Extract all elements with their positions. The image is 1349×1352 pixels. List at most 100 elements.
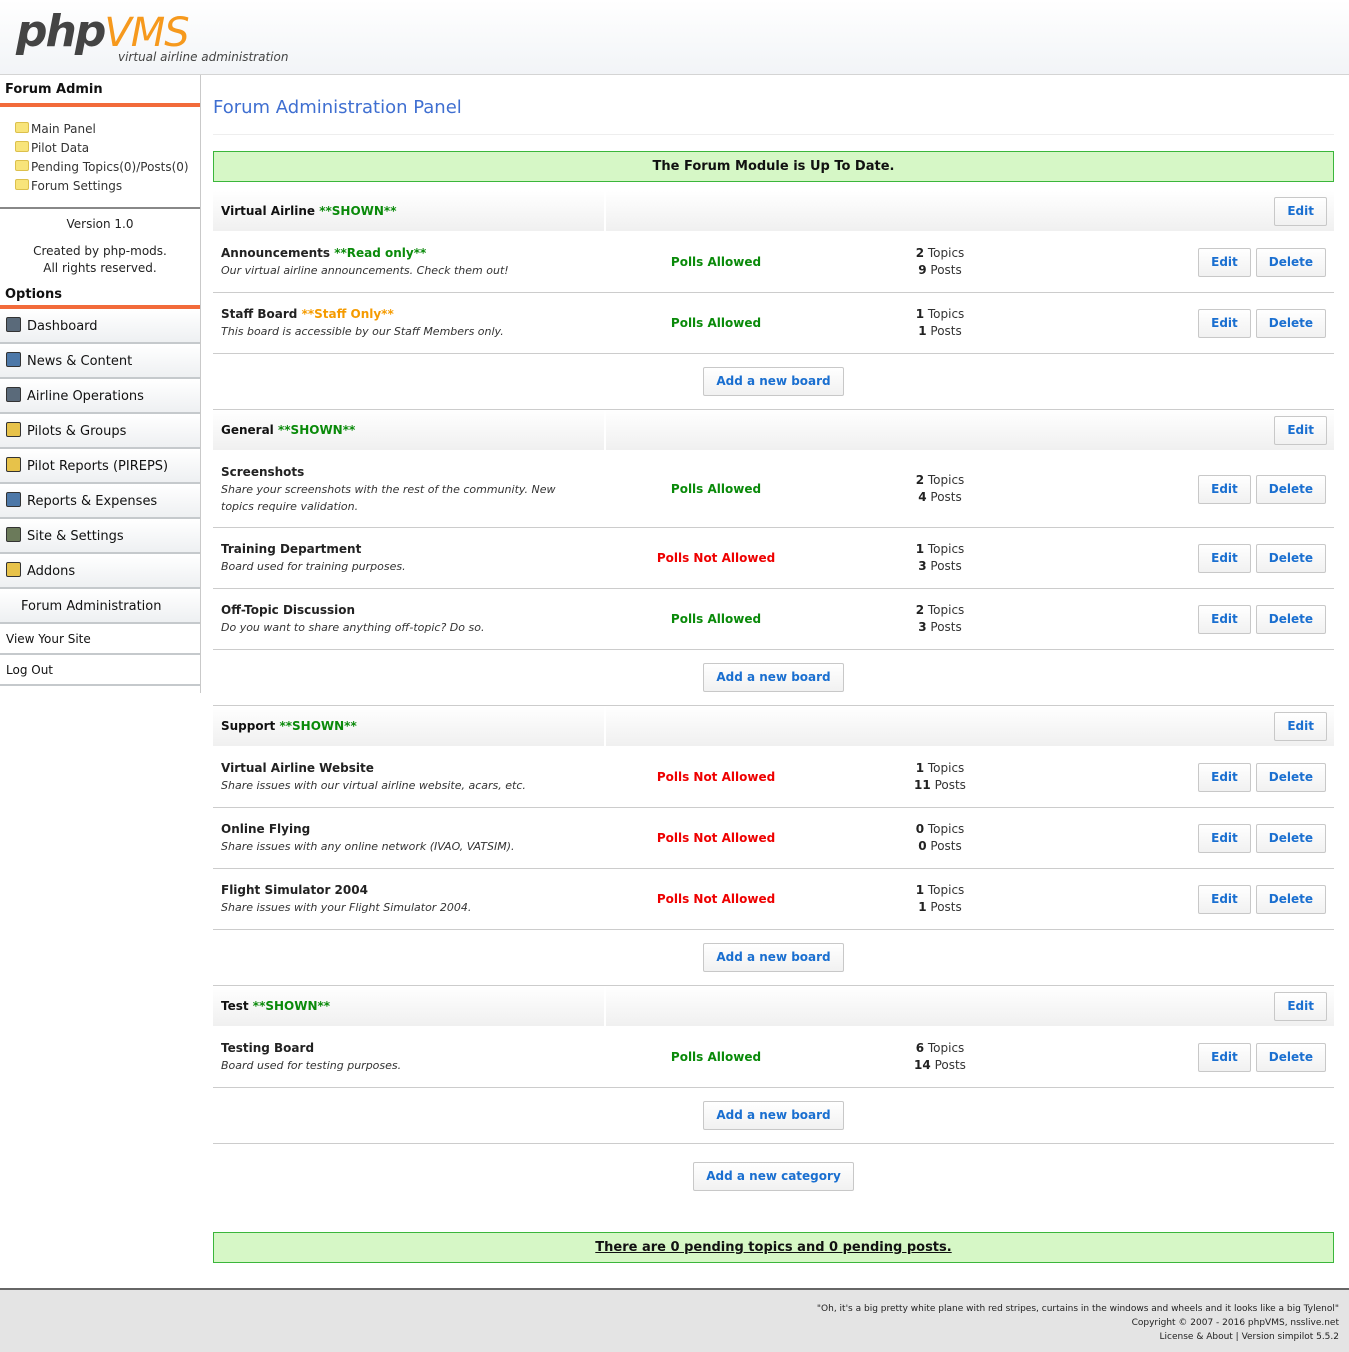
edit-board-button[interactable]: Edit	[1198, 247, 1251, 277]
board-stats: 0 Topics 0 Posts	[828, 821, 1052, 855]
nav-news-content[interactable]: News & Content	[0, 344, 200, 379]
board-title[interactable]: Staff Board **Staff Only**	[221, 306, 596, 323]
sidebar-link-forum-settings[interactable]: Forum Settings	[15, 176, 200, 195]
edit-board-button[interactable]: Edit	[1198, 1042, 1251, 1072]
board-info: Staff Board **Staff Only** This board is …	[213, 306, 604, 340]
edit-category-button[interactable]: Edit	[1274, 711, 1327, 741]
nav-label: Log Out	[6, 662, 54, 677]
board-description: Share issues with any online network (IV…	[221, 840, 515, 853]
nav-label: View Your Site	[6, 631, 91, 646]
topics-label: Topics	[927, 307, 965, 321]
pending-notice-link[interactable]: There are 0 pending topics and 0 pending…	[595, 1240, 951, 1255]
board-title[interactable]: Announcements **Read only**	[221, 245, 596, 262]
delete-board-button[interactable]: Delete	[1255, 543, 1326, 573]
board-row: Screenshots Share your screenshots with t…	[213, 451, 1334, 528]
board-title[interactable]: Testing Board	[221, 1040, 596, 1057]
posts-label: Posts	[930, 324, 962, 338]
sidebar-link-pending[interactable]: Pending Topics(0)/Posts(0)	[15, 157, 200, 176]
topics-count: 1	[915, 307, 925, 321]
footer-license[interactable]: License & About | Version simpilot 5.5.2	[0, 1330, 1339, 1344]
category-name: Virtual Airline	[221, 204, 316, 218]
forum-table: Virtual Airline **SHOWN** Edit Announcemen…	[213, 191, 1334, 1144]
board-actions: Edit Delete	[1052, 762, 1334, 792]
header: phpVMS virtual airline administration	[0, 0, 1349, 75]
delete-board-button[interactable]: Delete	[1255, 762, 1326, 792]
posts-count: 1	[918, 900, 927, 914]
nav-logout[interactable]: Log Out	[0, 655, 200, 686]
nav-site-settings[interactable]: Site & Settings	[0, 519, 200, 554]
board-name: Testing Board	[221, 1041, 315, 1055]
board-title[interactable]: Flight Simulator 2004	[221, 882, 596, 899]
folder-icon	[15, 122, 29, 133]
edit-board-button[interactable]: Edit	[1198, 762, 1251, 792]
board-tag: **Read only**	[334, 246, 427, 260]
add-board-button[interactable]: Add a new board	[703, 663, 844, 692]
board-stats: 1 Topics 1 Posts	[828, 882, 1052, 916]
edit-board-button[interactable]: Edit	[1198, 823, 1251, 853]
board-title[interactable]: Training Department	[221, 541, 596, 558]
posts-count: 3	[918, 620, 927, 634]
category-shown-tag: **SHOWN**	[319, 204, 397, 218]
delete-board-button[interactable]: Delete	[1255, 1042, 1326, 1072]
board-title[interactable]: Screenshots	[221, 464, 596, 481]
delete-board-button[interactable]: Delete	[1255, 604, 1326, 634]
topics-count: 1	[915, 542, 925, 556]
board-actions: Edit Delete	[1052, 308, 1334, 338]
topics-count: 0	[915, 822, 925, 836]
edit-board-button[interactable]: Edit	[1198, 884, 1251, 914]
polls-status: Polls Allowed	[670, 482, 762, 496]
airline-icon	[6, 386, 21, 402]
nav-airline-operations[interactable]: Airline Operations	[0, 379, 200, 414]
board-title[interactable]: Off-Topic Discussion	[221, 602, 596, 619]
delete-board-button[interactable]: Delete	[1255, 823, 1326, 853]
topics-count-line: 1 Topics	[828, 306, 1052, 323]
category-name: General	[221, 423, 274, 437]
board-title[interactable]: Virtual Airline Website	[221, 760, 596, 777]
nav-forum-administration[interactable]: Forum Administration	[0, 589, 200, 624]
edit-board-button[interactable]: Edit	[1198, 474, 1251, 504]
edit-board-button[interactable]: Edit	[1198, 308, 1251, 338]
nav-addons[interactable]: Addons	[0, 554, 200, 589]
delete-board-button[interactable]: Delete	[1255, 247, 1326, 277]
add-board-button[interactable]: Add a new board	[703, 943, 844, 972]
add-board-button[interactable]: Add a new board	[703, 1101, 844, 1130]
board-name: Announcements	[221, 246, 331, 260]
board-row: Flight Simulator 2004 Share issues with y…	[213, 869, 1334, 930]
nav-label: Forum Administration	[21, 598, 162, 614]
board-description: Share issues with our virtual airline we…	[221, 779, 526, 792]
board-name: Staff Board	[221, 307, 298, 321]
edit-category-button[interactable]: Edit	[1274, 415, 1327, 445]
polls-status: Polls Allowed	[670, 316, 762, 330]
board-tag: **Staff Only**	[301, 307, 394, 321]
delete-board-button[interactable]: Delete	[1255, 474, 1326, 504]
nav-pilots-groups[interactable]: Pilots & Groups	[0, 414, 200, 449]
sidebar-link-main-panel[interactable]: Main Panel	[15, 119, 200, 138]
credits-line-2: All rights reserved.	[43, 261, 157, 275]
add-category-button[interactable]: Add a new category	[693, 1161, 854, 1191]
edit-board-button[interactable]: Edit	[1198, 543, 1251, 573]
nav-dashboard[interactable]: Dashboard	[0, 309, 200, 344]
nav-pilot-reports[interactable]: Pilot Reports (PIREPS)	[0, 449, 200, 484]
edit-category-button[interactable]: Edit	[1274, 196, 1327, 226]
delete-board-button[interactable]: Delete	[1255, 884, 1326, 914]
edit-category-button[interactable]: Edit	[1274, 991, 1327, 1021]
board-title[interactable]: Online Flying	[221, 821, 596, 838]
news-icon	[6, 351, 21, 367]
posts-count: 4	[918, 490, 927, 504]
topics-count: 1	[915, 761, 925, 775]
board-name: Off-Topic Discussion	[221, 603, 356, 617]
sidebar-link-label: Pending Topics(0)/Posts(0)	[31, 159, 189, 174]
delete-board-button[interactable]: Delete	[1255, 308, 1326, 338]
nav-reports-expenses[interactable]: Reports & Expenses	[0, 484, 200, 519]
add-board-button[interactable]: Add a new board	[703, 367, 844, 396]
polls-status: Polls Not Allowed	[656, 770, 776, 784]
category-row: Test **SHOWN** Edit	[213, 986, 1334, 1027]
posts-count-line: 1 Posts	[828, 323, 1052, 340]
sidebar-link-label: Main Panel	[31, 121, 96, 136]
edit-board-button[interactable]: Edit	[1198, 604, 1251, 634]
nav-view-site[interactable]: View Your Site	[0, 624, 200, 655]
posts-label: Posts	[930, 900, 962, 914]
sidebar-link-pilot-data[interactable]: Pilot Data	[15, 138, 200, 157]
add-category-row: Add a new category	[213, 1144, 1334, 1208]
dashboard-icon	[6, 316, 21, 332]
